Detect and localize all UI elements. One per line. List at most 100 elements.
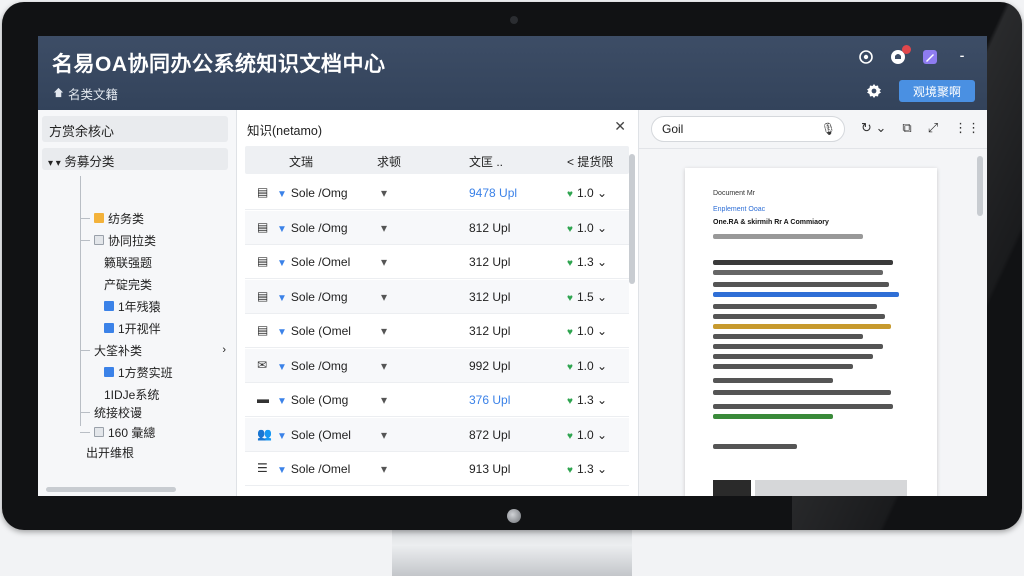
tree-item[interactable]: 1方赘实班 <box>104 362 173 382</box>
table-row[interactable]: ▤ ▼ Sole (Omel ▾ 312 Upl ♥ 1.0 ⌄ <box>245 314 629 348</box>
edit-icon[interactable] <box>921 48 939 66</box>
table-row[interactable]: ▤ ▼ Sole /Omg ▾ 812 Upl ♥ 1.0 ⌄ <box>245 210 629 245</box>
folder-icon <box>104 301 114 311</box>
breadcrumb[interactable]: 名类文籍 <box>53 84 118 103</box>
doc-text-line <box>713 282 889 287</box>
tree-item[interactable]: 1年残猿 <box>104 296 161 316</box>
folder-icon <box>94 213 104 223</box>
search-input[interactable]: Goil 🎙 <box>651 116 845 142</box>
row-rating: ♥ 1.0 ⌄ <box>567 220 608 235</box>
chevron-down-icon[interactable]: ▾ <box>381 462 387 476</box>
document-preview[interactable]: Document Mr Enplement Ooac One.RA & skir… <box>685 168 937 496</box>
doc-text-line <box>713 334 863 339</box>
folder-icon <box>94 427 104 437</box>
horizontal-scrollbar[interactable] <box>46 487 176 492</box>
tree-item[interactable]: 1IDJe系统 <box>104 384 159 404</box>
doc-text-line <box>713 260 893 265</box>
column-header[interactable]: 文瑞 <box>289 153 313 170</box>
category-tree-panel: 方赏余核心 ▾ ▾ 务募分类 纺务类 协同拉类 籁联强题 产碇完类 1年残猿 1… <box>38 110 237 496</box>
chevron-down-icon[interactable]: ▾ <box>381 221 387 235</box>
crop-icon[interactable]: ⧉ <box>902 120 911 136</box>
doc-icon: ▤ <box>257 219 269 234</box>
doc-text-line <box>713 414 833 419</box>
doc-image <box>713 480 751 496</box>
chevron-down-icon[interactable]: ▾ <box>381 393 387 407</box>
tree-root[interactable]: ▾ ▾ 务募分类 <box>42 148 228 170</box>
tree-root-label: 务募分类 <box>64 155 115 169</box>
tree-item[interactable]: 籁联强题 <box>104 252 152 272</box>
tree-item[interactable]: 产碇完类 <box>104 274 152 294</box>
table-row[interactable]: ▤ ▼ Sole /Omg ▾ 312 Upl ♥ 1.5 ⌄ <box>245 279 629 314</box>
doc-heading: One.RA & skirmih Rr A Commiaory <box>713 219 829 226</box>
doc-text-line <box>713 404 893 409</box>
tag-icon: ▼ <box>277 223 287 235</box>
tag-icon: ▼ <box>277 430 287 442</box>
header-actions: 观境聚啊 <box>865 80 975 102</box>
row-rating: ♥ 1.0 ⌄ <box>567 427 608 442</box>
expand-icon[interactable]: ⤢ <box>928 120 938 136</box>
settings-icon[interactable] <box>857 48 875 66</box>
primary-action-button[interactable]: 观境聚啊 <box>898 80 975 102</box>
row-rating: ♥ 1.3 ⌄ <box>567 255 608 269</box>
notification-icon[interactable] <box>889 45 911 66</box>
chevron-down-icon[interactable]: ▾ <box>381 290 387 304</box>
grid-icon[interactable]: ⋮⋮ <box>954 120 980 136</box>
vertical-scrollbar[interactable] <box>977 156 983 216</box>
doc-icon: ▤ <box>257 254 269 268</box>
tree-item-label: 出开维根 <box>86 445 135 460</box>
tree-item[interactable]: 大筌补类 › <box>80 340 226 360</box>
heart-icon: ♥ <box>567 327 573 338</box>
tree-item[interactable]: 纺务类 <box>80 208 144 228</box>
tree-item[interactable]: 协同拉类 <box>80 230 156 250</box>
table-row[interactable]: ✉ ▼ Sole /Omg ▾ 992 Upl ♥ 1.0 ⌄ <box>245 348 629 383</box>
tree-item-label: 160 彙總 <box>108 425 156 440</box>
doc-icon: ▤ <box>257 185 269 199</box>
home-icon <box>53 87 64 101</box>
row-size: 812 Upl <box>469 220 511 235</box>
chevron-down-icon[interactable]: ▾ <box>381 324 387 338</box>
refresh-icon[interactable]: ↻ ⌄ <box>861 120 886 136</box>
table-row[interactable]: ☰ ▼ Sole /Omel ▾ 913 Upl ♥ 1.3 ⌄ <box>245 452 629 486</box>
column-header[interactable]: 文匡 .. <box>469 153 503 170</box>
chevron-down-icon[interactable]: ▾ <box>381 428 387 442</box>
chevron-down-icon[interactable]: ▾ <box>381 186 387 200</box>
close-icon[interactable]: ✕ <box>614 118 626 135</box>
tag-icon: ▼ <box>277 327 287 338</box>
table-row[interactable]: ▤ ▼ Sole /Omel ▾ 312 Upl ♥ 1.3 ⌄ <box>245 245 629 279</box>
tree-branch <box>80 217 90 219</box>
chevron-down-icon: ▾ ▾ <box>48 158 61 169</box>
doc-text-line <box>713 304 877 309</box>
divider <box>639 148 987 149</box>
row-rating: ♥ 1.0 ⌄ <box>567 358 608 373</box>
tree-branch <box>80 411 90 413</box>
app-window: 名易OA协同办公系统知识文档中心 名类文籍 ⁃ 观境聚啊 方赏余核心 ▾ ▾ 务… <box>38 36 987 496</box>
tree-item[interactable]: 1开视伴 <box>104 318 161 338</box>
doc-text-line <box>713 390 891 395</box>
gear-icon[interactable] <box>865 82 883 100</box>
microphone-icon[interactable]: 🎙 <box>821 122 836 136</box>
row-size: 992 Upl <box>469 358 511 373</box>
tag-icon: ▼ <box>277 292 287 304</box>
app-header: 名易OA协同办公系统知识文档中心 名类文籍 ⁃ 观境聚啊 <box>38 36 987 110</box>
tree-branch <box>80 431 90 433</box>
tree-item[interactable]: 出开维根 <box>86 442 134 462</box>
heart-icon: ♥ <box>567 189 573 200</box>
table-row[interactable]: 👥 ▼ Sole (Omel ▾ 872 Upl ♥ 1.0 ⌄ <box>245 417 629 452</box>
tree-item[interactable]: 统接校谩 <box>80 402 142 422</box>
vertical-scrollbar[interactable] <box>629 154 635 284</box>
tree-branch <box>80 349 90 351</box>
tree-item[interactable]: 160 彙總 <box>80 422 155 442</box>
row-rating: ♥ 1.3 ⌄ <box>567 462 608 476</box>
table-row[interactable]: ▬ ▼ Sole (Omg ▾ 376 Upl ♥ 1.3 ⌄ <box>245 383 629 417</box>
column-header[interactable]: < 提货限 <box>567 153 613 170</box>
doc-text-line <box>713 314 885 319</box>
table-row[interactable]: ▤ ▼ Sole /Omg ▾ 9478 Upl ♥ 1.0 ⌄ <box>245 176 629 210</box>
chevron-down-icon[interactable]: ▾ <box>381 255 387 269</box>
chevron-down-icon[interactable]: ▾ <box>381 359 387 373</box>
row-rating: ♥ 1.0 ⌄ <box>567 186 608 200</box>
folder-icon: ▬ <box>257 392 269 406</box>
doc-image <box>755 480 907 496</box>
column-header[interactable]: 求顿 <box>377 153 401 170</box>
row-name: ▼ Sole /Omg <box>277 220 348 235</box>
more-icon[interactable]: ⁃ <box>953 48 971 66</box>
